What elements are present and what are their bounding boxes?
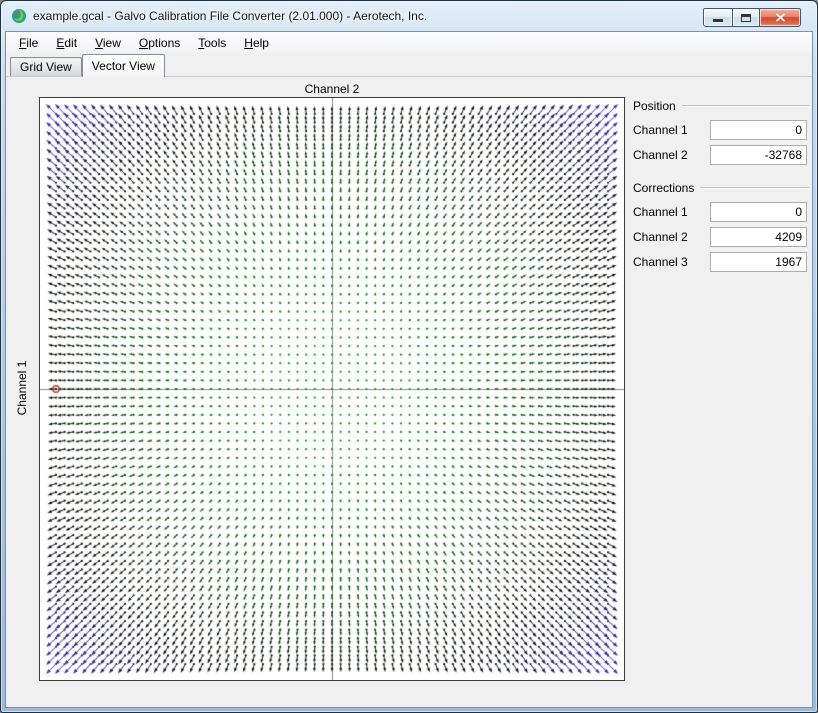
- position-channel1-input[interactable]: [710, 120, 807, 140]
- corrections-channel2-input[interactable]: [710, 227, 807, 247]
- maximize-icon: [741, 14, 751, 22]
- side-panel: Position Channel 1 Channel 2 Corrections…: [631, 97, 809, 277]
- close-button[interactable]: [759, 8, 801, 27]
- menu-file[interactable]: File: [10, 33, 47, 53]
- menu-edit[interactable]: Edit: [47, 33, 86, 53]
- position-channel1-row: Channel 1: [633, 120, 807, 140]
- corrections-channel3-row: Channel 3: [633, 252, 807, 272]
- position-channel2-label: Channel 2: [633, 148, 688, 162]
- group-rule: [700, 187, 809, 189]
- menu-tools[interactable]: Tools: [189, 33, 235, 53]
- window-title: example.gcal - Galvo Calibration File Co…: [33, 9, 427, 23]
- minimize-icon: [713, 19, 723, 22]
- titlebar[interactable]: example.gcal - Galvo Calibration File Co…: [1, 1, 817, 31]
- position-group-header: Position: [633, 99, 809, 113]
- menubar: File Edit View Options Tools Help: [6, 32, 812, 53]
- corrections-group-header: Corrections: [633, 181, 809, 195]
- close-icon: [775, 13, 786, 22]
- tabstrip: Grid View Vector View: [6, 53, 812, 76]
- corrections-channel3-label: Channel 3: [633, 255, 688, 269]
- position-channel2-row: Channel 2: [633, 145, 807, 165]
- app-window: example.gcal - Galvo Calibration File Co…: [0, 0, 818, 713]
- app-icon: [11, 8, 27, 24]
- caption-buttons: [703, 8, 801, 27]
- vector-plot: [39, 97, 625, 681]
- maximize-button[interactable]: [732, 8, 760, 27]
- menu-view[interactable]: View: [86, 33, 130, 53]
- corrections-channel3-input[interactable]: [710, 252, 807, 272]
- position-group-title: Position: [633, 99, 676, 113]
- minimize-button[interactable]: [703, 8, 733, 27]
- corrections-channel1-row: Channel 1: [633, 202, 807, 222]
- corrections-channel2-label: Channel 2: [633, 230, 688, 244]
- tab-vector-view[interactable]: Vector View: [82, 54, 165, 77]
- client-area: File Edit View Options Tools Help Grid V…: [5, 31, 813, 708]
- x-axis-label: Channel 2: [39, 82, 625, 96]
- corrections-group-title: Corrections: [633, 181, 694, 195]
- position-channel1-label: Channel 1: [633, 123, 688, 137]
- menu-help[interactable]: Help: [235, 33, 278, 53]
- corrections-channel1-label: Channel 1: [633, 205, 688, 219]
- y-axis-label: Channel 1: [15, 361, 29, 416]
- vector-view-page: Channel 2 Channel 1 Position Channel 1 C…: [6, 76, 812, 707]
- menu-options[interactable]: Options: [130, 33, 189, 53]
- corrections-channel2-row: Channel 2: [633, 227, 807, 247]
- position-channel2-input[interactable]: [710, 145, 807, 165]
- corrections-channel1-input[interactable]: [710, 202, 807, 222]
- tab-grid-view[interactable]: Grid View: [10, 57, 82, 76]
- group-rule: [682, 105, 809, 107]
- vector-field-canvas[interactable]: [40, 98, 624, 680]
